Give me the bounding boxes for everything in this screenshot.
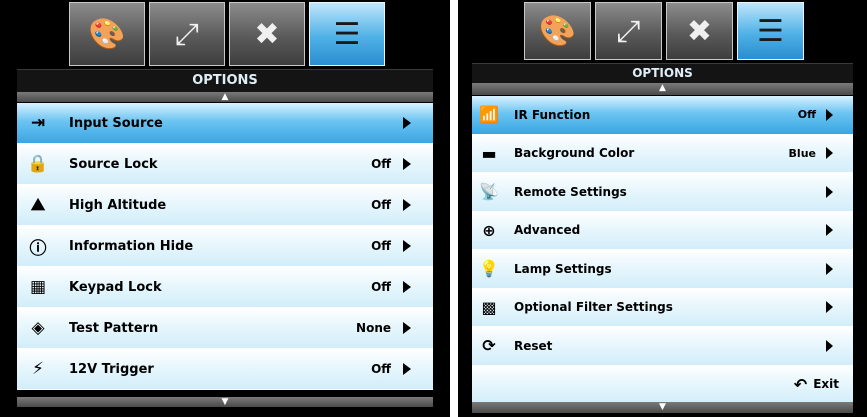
options-list: ⇥ Input Source 🔒 Source Lock Off ⛰ High Altitu… <box>17 103 433 390</box>
menu-item-value: Blue <box>788 146 816 160</box>
options-menu-right: 🎨 ⤢ ✖ ☰ OPTIONS ▲ 📶 IR Function Off ▬ Backgroun… <box>458 0 867 417</box>
chevron-right-icon <box>403 199 411 211</box>
options-list-icon: ☰ <box>757 13 784 49</box>
menu-item-lamp-settings[interactable]: 💡 Lamp Settings <box>472 250 853 289</box>
menu-item-value: Off <box>371 362 391 376</box>
palette-icon: 🎨 <box>88 16 126 52</box>
chevron-right-icon <box>403 281 411 293</box>
chevron-right-icon <box>403 117 411 129</box>
options-menu-left: 🎨 ⤢ ✖ ☰ OPTIONS ▲ ⇥ Input Source 🔒 Source Lock… <box>0 0 450 417</box>
menu-item-value: Off <box>371 280 391 294</box>
scroll-down-button[interactable]: ▼ <box>472 402 853 413</box>
high-altitude-icon: ⛰ <box>30 195 46 215</box>
source-lock-icon: 🔒 <box>27 154 49 174</box>
tools-icon: ✖ <box>254 16 280 52</box>
menu-item-label: Optional Filter Settings <box>514 300 673 315</box>
ir-function-icon: 📶 <box>479 105 499 125</box>
tab-options-list[interactable]: ☰ <box>309 2 385 66</box>
screen-resize-icon: ⤢ <box>175 16 199 52</box>
chevron-right-icon <box>403 240 411 252</box>
menu-item-optional-filter-settings[interactable]: ▩ Optional Filter Settings <box>472 288 853 327</box>
menu-item-label: Keypad Lock <box>69 279 162 295</box>
menu-item-value: Off <box>371 157 391 171</box>
lamp-settings-icon: 💡 <box>479 259 499 279</box>
menu-item-keypad-lock[interactable]: ▦ Keypad Lock Off <box>17 267 433 308</box>
menu-title: OPTIONS <box>472 63 853 83</box>
tab-screen-resize[interactable]: ⤢ <box>595 2 662 60</box>
menu-item-label: Advanced <box>514 223 581 238</box>
menu-item-remote-settings[interactable]: 📡 Remote Settings <box>472 173 853 212</box>
tab-options-list[interactable]: ☰ <box>737 2 804 60</box>
exit-row: ↶ Exit <box>472 365 853 404</box>
menu-item-input-source[interactable]: ⇥ Input Source <box>17 103 433 144</box>
scroll-up-button[interactable]: ▲ <box>17 92 433 102</box>
chevron-right-icon <box>403 322 411 334</box>
remote-settings-icon: 📡 <box>479 182 499 202</box>
scroll-down-button[interactable]: ▼ <box>17 397 433 407</box>
options-list: 📶 IR Function Off ▬ Background Color Blue 📡 Rem… <box>472 96 853 404</box>
12v-trigger-icon: ⚡ <box>32 359 44 379</box>
menu-item-reset[interactable]: ⟳ Reset <box>472 327 853 366</box>
menu-item-test-pattern[interactable]: ◈ Test Pattern None <box>17 308 433 349</box>
menu-item-value: Off <box>371 239 391 253</box>
menu-item-12v-trigger[interactable]: ⚡ 12V Trigger Off <box>17 349 433 390</box>
menu-item-label: Background Color <box>514 146 635 161</box>
chevron-right-icon <box>826 147 833 160</box>
menu-item-label: Remote Settings <box>514 184 627 199</box>
tab-palette[interactable]: 🎨 <box>524 2 591 60</box>
menu-item-label: Source Lock <box>69 156 158 172</box>
keypad-lock-icon: ▦ <box>29 277 47 297</box>
reset-icon: ⟳ <box>482 336 496 356</box>
chevron-right-icon <box>826 185 833 198</box>
menu-item-label: Test Pattern <box>69 320 159 336</box>
screen-resize-icon: ⤢ <box>616 13 641 49</box>
options-list-icon: ☰ <box>333 16 361 52</box>
exit-button[interactable]: ↶ Exit <box>794 375 839 394</box>
menu-item-high-altitude[interactable]: ⛰ High Altitude Off <box>17 185 433 226</box>
tab-screen-resize[interactable]: ⤢ <box>149 2 225 66</box>
menu-tabs: 🎨 ⤢ ✖ ☰ <box>524 2 804 60</box>
chevron-right-icon <box>826 108 833 121</box>
chevron-right-icon <box>403 158 411 170</box>
menu-item-value: Off <box>371 198 391 212</box>
background-color-icon: ▬ <box>481 143 497 163</box>
chevron-right-icon <box>826 301 833 314</box>
menu-item-background-color[interactable]: ▬ Background Color Blue <box>472 134 853 173</box>
chevron-right-icon <box>826 339 833 352</box>
chevron-right-icon <box>826 262 833 275</box>
menu-item-value: Off <box>797 108 816 122</box>
tab-tools[interactable]: ✖ <box>666 2 733 60</box>
menu-item-information-hide[interactable]: ⓘ Information Hide Off <box>17 226 433 267</box>
palette-icon: 🎨 <box>538 13 577 49</box>
menu-item-label: IR Function <box>514 107 591 122</box>
advanced-icon: ⊕ <box>482 220 496 240</box>
menu-item-source-lock[interactable]: 🔒 Source Lock Off <box>17 144 433 185</box>
info-icon: ⓘ <box>29 238 47 259</box>
menu-item-value: None <box>356 321 391 335</box>
menu-tabs: 🎨 ⤢ ✖ ☰ <box>69 2 385 66</box>
scroll-up-button[interactable]: ▲ <box>472 83 853 95</box>
menu-title: OPTIONS <box>17 69 433 92</box>
tab-palette[interactable]: 🎨 <box>69 2 145 66</box>
tools-icon: ✖ <box>686 13 713 49</box>
menu-item-ir-function[interactable]: 📶 IR Function Off <box>472 96 853 135</box>
chevron-right-icon <box>826 224 833 237</box>
test-pattern-icon: ◈ <box>31 318 45 338</box>
menu-item-label: Reset <box>514 338 553 353</box>
menu-item-label: Information Hide <box>69 238 194 254</box>
tab-tools[interactable]: ✖ <box>229 2 305 66</box>
back-arrow-icon: ↶ <box>793 374 808 394</box>
chevron-right-icon <box>403 363 411 375</box>
menu-item-label: 12V Trigger <box>69 361 154 377</box>
optional-filter-icon: ▩ <box>481 297 497 317</box>
menu-item-label: Lamp Settings <box>514 261 612 276</box>
exit-label: Exit <box>813 377 839 392</box>
menu-item-label: Input Source <box>69 115 163 131</box>
input-source-icon: ⇥ <box>30 113 46 133</box>
menu-item-label: High Altitude <box>69 197 167 213</box>
menu-item-advanced[interactable]: ⊕ Advanced <box>472 211 853 250</box>
